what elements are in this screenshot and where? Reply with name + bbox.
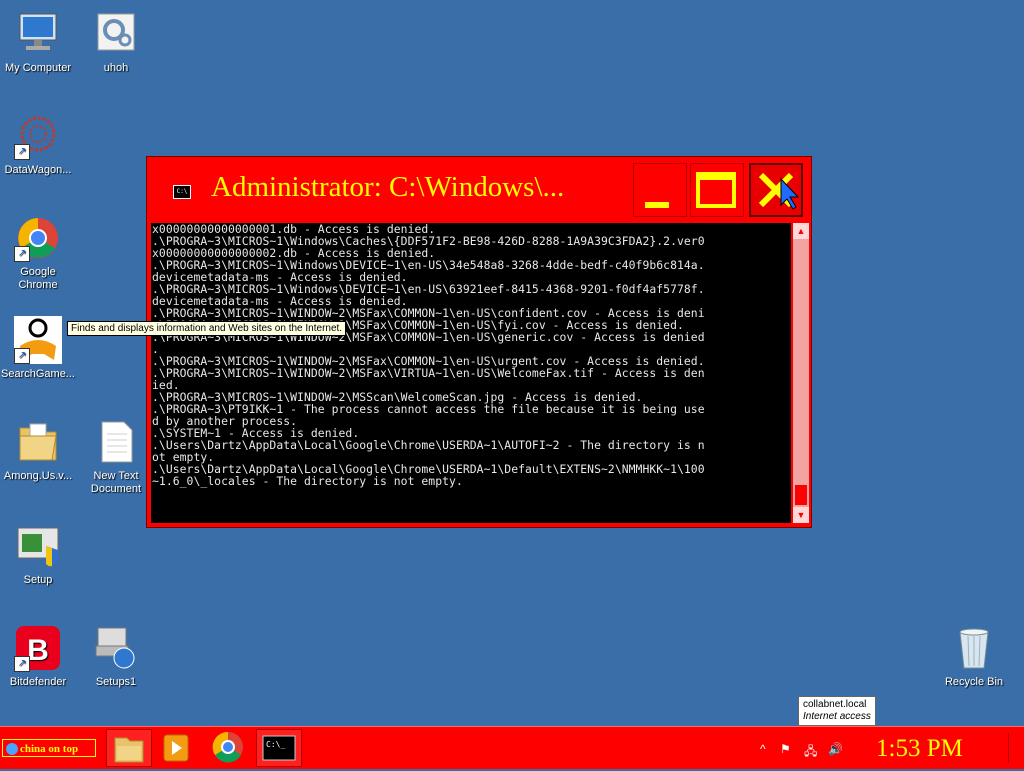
close-button[interactable]: [749, 163, 803, 217]
desktop-icon-setups1[interactable]: Setups1: [78, 624, 154, 689]
svg-text:B: B: [27, 634, 49, 667]
taskbar-explorer[interactable]: [106, 729, 152, 767]
desktop-icon-label: SearchGame...: [1, 368, 75, 380]
media-player-icon: [163, 734, 189, 762]
desktop-icon-label: My Computer: [4, 62, 72, 74]
taskbar-media-player[interactable]: [154, 729, 200, 767]
chrome-icon: [212, 731, 243, 763]
desktop-icon-searchgame[interactable]: ↗ SearchGame...: [0, 316, 76, 381]
scroll-down-arrow-icon[interactable]: ▼: [793, 507, 809, 523]
taskbar-chrome[interactable]: [206, 729, 252, 767]
desktop-icon-label: Among.Us.v...: [3, 470, 73, 482]
console-line: .\PROGRA~3\MICROS~1\WINDOW~2\MSFax\VIRTU…: [152, 366, 705, 380]
desktop-icon-label: uhoh: [103, 62, 129, 74]
folder-icon: [14, 418, 62, 466]
cmd-app-icon[interactable]: C:\: [173, 185, 191, 199]
window-titlebar[interactable]: C:\ Administrator: C:\Windows\...: [147, 157, 811, 223]
desktop-icon-google-chrome[interactable]: ↗ Google Chrome: [0, 214, 76, 292]
network-tooltip: collabnet.local Internet access: [798, 696, 876, 726]
vertical-scrollbar[interactable]: ▲ ▼: [793, 223, 809, 523]
desktop-icon-label: Bitdefender: [9, 676, 67, 688]
desktop-icon-recycle-bin[interactable]: Recycle Bin: [936, 624, 1012, 689]
close-icon: [758, 172, 800, 210]
text-document-icon: [92, 418, 140, 466]
cmd-icon: C:\_: [262, 735, 296, 761]
desktop-icon-label: DataWagon...: [4, 164, 72, 176]
taskbar-clock[interactable]: 1:53 PM: [876, 735, 963, 763]
folder-icon: [114, 737, 144, 763]
network-name: collabnet.local: [803, 699, 867, 710]
desktop-icon-my-computer[interactable]: My Computer: [0, 10, 76, 75]
console-line: .\Users\Dartz\AppData\Local\Google\Chrom…: [152, 438, 705, 452]
start-button[interactable]: china on top: [2, 739, 96, 757]
gear-icon: [92, 10, 140, 58]
desktop-icon-bitdefender[interactable]: B ↗ Bitdefender: [0, 624, 76, 689]
desktop-icon-label: Setups1: [95, 676, 137, 688]
network-status: Internet access: [803, 711, 871, 722]
command-prompt-window[interactable]: C:\ Administrator: C:\Windows\... x00000…: [146, 156, 812, 528]
volume-icon[interactable]: 🔊: [828, 742, 843, 756]
show-desktop-button[interactable]: [1008, 733, 1023, 763]
shortcut-arrow-icon: ↗: [14, 144, 30, 160]
recycle-bin-icon: [950, 624, 998, 672]
desktop-icon-label: New Text Document: [90, 470, 142, 495]
desktop-icon-setup[interactable]: Setup: [0, 522, 76, 587]
console-line: ~1.6_0\_locales - The directory is not e…: [152, 474, 463, 488]
shortcut-arrow-icon: ↗: [14, 246, 30, 262]
taskbar: china on top C:\_ ^ ⚑ 🖧 🔊 1:53 PM: [0, 726, 1024, 769]
desktop-icon-datawagon[interactable]: ↗ DataWagon...: [0, 112, 76, 177]
minimize-button[interactable]: [633, 163, 687, 217]
scrollbar-thumb[interactable]: [795, 485, 807, 505]
console-output[interactable]: x00000000000000001.db - Access is denied…: [151, 223, 791, 523]
installer-icon: [92, 624, 140, 672]
start-button-label: china on top: [20, 743, 79, 755]
chrome-icon: ↗: [14, 214, 62, 262]
bitdefender-icon: B ↗: [14, 624, 62, 672]
desktop-icon-label: Recycle Bin: [944, 676, 1004, 688]
window-title: Administrator: C:\Windows\...: [211, 171, 565, 203]
desktop-icon-among-us[interactable]: Among.Us.v...: [0, 418, 76, 483]
computer-icon: [14, 10, 62, 58]
icon-tooltip: Finds and displays information and Web s…: [67, 321, 347, 336]
svg-text:C:\_: C:\_: [266, 740, 285, 749]
show-hidden-icons-button[interactable]: ^: [760, 742, 766, 756]
shortcut-arrow-icon: ↗: [14, 656, 30, 672]
desktop-icon-label: Setup: [23, 574, 53, 586]
minimize-icon: [645, 202, 669, 208]
datawagon-icon: ↗: [14, 112, 62, 160]
start-orb-icon: [6, 743, 18, 756]
gamepad-icon: ↗: [14, 316, 62, 364]
desktop-icon-new-text-document[interactable]: New Text Document: [78, 418, 154, 496]
desktop-icon-label: Google Chrome: [18, 266, 58, 291]
network-icon[interactable]: 🖧: [804, 742, 817, 763]
flag-icon[interactable]: ⚑: [780, 742, 791, 756]
maximize-icon: [696, 172, 736, 208]
maximize-button[interactable]: [690, 163, 744, 217]
desktop-icon-uhoh[interactable]: uhoh: [78, 10, 154, 75]
taskbar-command-prompt[interactable]: C:\_: [256, 729, 302, 767]
shortcut-arrow-icon: ↗: [14, 348, 30, 364]
setup-icon: [14, 522, 62, 570]
scroll-up-arrow-icon[interactable]: ▲: [793, 223, 809, 239]
